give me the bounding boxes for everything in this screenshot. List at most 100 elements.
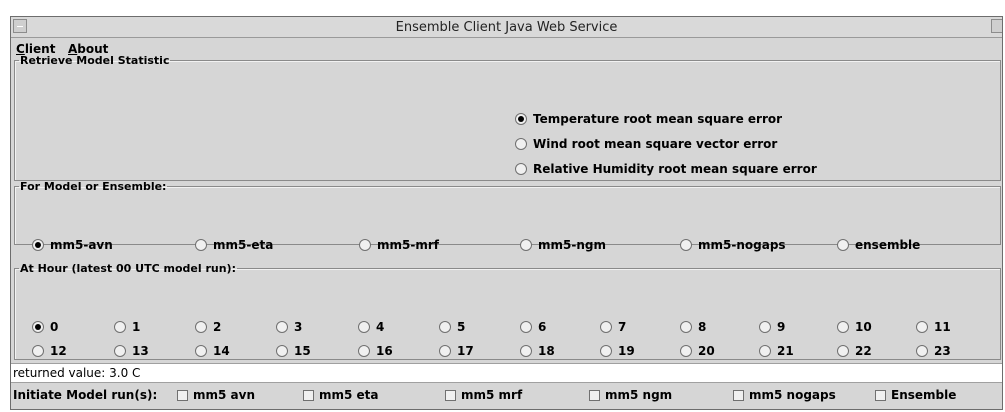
hour-option-19-label: 19 (618, 344, 635, 358)
radio-indicator[interactable] (32, 345, 44, 357)
hour-option-15[interactable]: 15 (276, 344, 311, 358)
radio-indicator[interactable] (195, 321, 207, 333)
initiate-label: Initiate Model run(s): (13, 388, 158, 402)
application-window: Ensemble Client Java Web Service Client … (10, 16, 1003, 410)
initiate-checkbox-mm5-mrf[interactable]: mm5 mrf (445, 388, 522, 402)
hour-option-0[interactable]: 0 (32, 320, 58, 334)
radio-indicator[interactable] (759, 345, 771, 357)
hour-option-8[interactable]: 8 (680, 320, 706, 334)
radio-indicator[interactable] (520, 321, 532, 333)
initiate-checkbox-mm5-eta[interactable]: mm5 eta (303, 388, 379, 402)
checkbox-indicator[interactable] (875, 389, 886, 401)
checkbox-indicator[interactable] (589, 389, 600, 401)
status-bar: returned value: 3.0 C (11, 363, 1002, 383)
window-control-button[interactable] (991, 19, 1002, 33)
hour-option-9[interactable]: 9 (759, 320, 785, 334)
model-option-mm5-nogaps[interactable]: mm5-nogaps (680, 238, 786, 252)
statistic-option-1[interactable]: Temperature root mean square error (515, 112, 782, 126)
checkbox-indicator[interactable] (303, 389, 314, 401)
statistic-option-2[interactable]: Wind root mean square vector error (515, 137, 777, 151)
hour-option-15-label: 15 (294, 344, 311, 358)
radio-indicator[interactable] (680, 345, 692, 357)
radio-indicator[interactable] (515, 113, 527, 125)
hour-option-19[interactable]: 19 (600, 344, 635, 358)
checkbox-indicator[interactable] (445, 389, 456, 401)
hour-option-1-label: 1 (132, 320, 141, 334)
hour-option-12[interactable]: 12 (32, 344, 67, 358)
checkbox-indicator[interactable] (177, 389, 188, 401)
radio-indicator[interactable] (759, 321, 771, 333)
hour-option-20[interactable]: 20 (680, 344, 715, 358)
hour-option-4-label: 4 (376, 320, 385, 334)
radio-indicator[interactable] (276, 345, 288, 357)
hour-option-5[interactable]: 5 (439, 320, 465, 334)
radio-indicator[interactable] (600, 345, 612, 357)
initiate-checkbox-mm5-ngm[interactable]: mm5 ngm (589, 388, 672, 402)
radio-indicator[interactable] (520, 345, 532, 357)
hour-option-13[interactable]: 13 (114, 344, 149, 358)
radio-indicator[interactable] (916, 321, 928, 333)
statistic-option-3[interactable]: Relative Humidity root mean square error (515, 162, 817, 176)
initiate-checkbox-ensemble[interactable]: Ensemble (875, 388, 956, 402)
hour-option-20-label: 20 (698, 344, 715, 358)
radio-indicator[interactable] (358, 321, 370, 333)
hour-option-14-label: 14 (213, 344, 230, 358)
title-bar[interactable]: Ensemble Client Java Web Service (11, 17, 1002, 38)
radio-indicator[interactable] (195, 345, 207, 357)
hour-option-3-label: 3 (294, 320, 303, 334)
radio-indicator[interactable] (916, 345, 928, 357)
hour-option-23[interactable]: 23 (916, 344, 951, 358)
checkbox-indicator[interactable] (733, 389, 744, 401)
hour-option-14[interactable]: 14 (195, 344, 230, 358)
hour-option-1[interactable]: 1 (114, 320, 140, 334)
radio-indicator[interactable] (195, 239, 207, 251)
hour-option-22[interactable]: 22 (837, 344, 872, 358)
hour-option-18[interactable]: 18 (520, 344, 555, 358)
hour-option-7[interactable]: 7 (600, 320, 626, 334)
hour-option-17[interactable]: 17 (439, 344, 474, 358)
radio-indicator[interactable] (837, 239, 849, 251)
hour-option-4[interactable]: 4 (358, 320, 384, 334)
initiate-checkbox-mm5-nogaps[interactable]: mm5 nogaps (733, 388, 836, 402)
radio-indicator[interactable] (600, 321, 612, 333)
hour-option-3[interactable]: 3 (276, 320, 302, 334)
radio-indicator[interactable] (515, 138, 527, 150)
initiate-checkbox-label: mm5 eta (319, 388, 379, 402)
model-group: For Model or Ensemble: mm5-avn mm5-eta mm5… (14, 180, 1001, 252)
radio-indicator[interactable] (680, 239, 692, 251)
model-option-mm5-mrf[interactable]: mm5-mrf (359, 238, 439, 252)
hour-option-12-label: 12 (50, 344, 67, 358)
radio-indicator[interactable] (680, 321, 692, 333)
model-option-ensemble[interactable]: ensemble (837, 238, 920, 252)
hour-option-16[interactable]: 16 (358, 344, 393, 358)
hour-option-2[interactable]: 2 (195, 320, 221, 334)
model-option-mm5-avn[interactable]: mm5-avn (32, 238, 113, 252)
radio-indicator[interactable] (439, 321, 451, 333)
radio-indicator[interactable] (358, 345, 370, 357)
hour-option-18-label: 18 (538, 344, 555, 358)
radio-indicator[interactable] (515, 163, 527, 175)
initiate-checkbox-mm5-avn[interactable]: mm5 avn (177, 388, 255, 402)
hour-option-11[interactable]: 11 (916, 320, 951, 334)
hour-option-21[interactable]: 21 (759, 344, 794, 358)
radio-indicator[interactable] (32, 321, 44, 333)
hour-option-0-label: 0 (50, 320, 59, 334)
hour-legend: At Hour (latest 00 UTC model run): (20, 262, 236, 275)
radio-indicator[interactable] (114, 321, 126, 333)
radio-indicator[interactable] (520, 239, 532, 251)
hour-option-22-label: 22 (855, 344, 872, 358)
radio-indicator[interactable] (359, 239, 371, 251)
radio-indicator[interactable] (439, 345, 451, 357)
radio-indicator[interactable] (837, 321, 849, 333)
hour-option-9-label: 9 (777, 320, 786, 334)
model-option-mm5-mrf-label: mm5-mrf (377, 238, 439, 252)
model-option-mm5-ngm[interactable]: mm5-ngm (520, 238, 606, 252)
hour-option-10[interactable]: 10 (837, 320, 872, 334)
radio-indicator[interactable] (32, 239, 44, 251)
radio-indicator[interactable] (276, 321, 288, 333)
radio-indicator[interactable] (114, 345, 126, 357)
statistic-option-1-label: Temperature root mean square error (533, 112, 783, 126)
hour-option-6[interactable]: 6 (520, 320, 546, 334)
radio-indicator[interactable] (837, 345, 849, 357)
model-option-mm5-eta[interactable]: mm5-eta (195, 238, 273, 252)
